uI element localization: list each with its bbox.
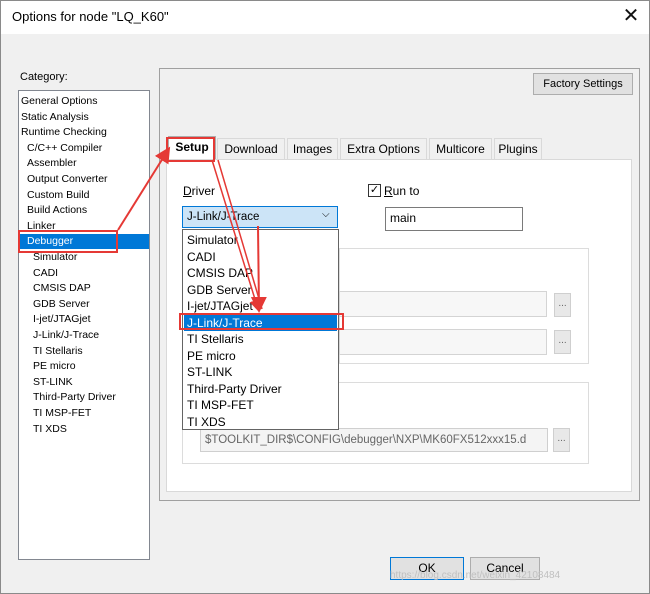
window-title: Options for node "LQ_K60" bbox=[12, 9, 169, 24]
tab-setup[interactable]: Setup bbox=[168, 136, 216, 160]
driver-label-rest: river bbox=[191, 184, 216, 198]
device-description-path[interactable]: $TOOLKIT_DIR$\CONFIG\debugger\NXP\MK60FX… bbox=[200, 428, 548, 452]
driver-option-cadi[interactable]: CADI bbox=[184, 249, 337, 266]
category-item-custom-build[interactable]: Custom Build bbox=[19, 188, 149, 203]
run-to-input[interactable]: main bbox=[385, 207, 523, 231]
category-item-general-options[interactable]: General Options bbox=[19, 94, 149, 109]
category-item-ti-xds[interactable]: TI XDS bbox=[19, 422, 149, 437]
category-item-ti-stellaris[interactable]: TI Stellaris bbox=[19, 344, 149, 359]
category-item-runtime-checking[interactable]: Runtime Checking bbox=[19, 125, 149, 140]
tab-images[interactable]: Images bbox=[287, 138, 338, 159]
category-item-cmsis-dap[interactable]: CMSIS DAP bbox=[19, 281, 149, 296]
factory-settings-button[interactable]: Factory Settings bbox=[533, 73, 633, 95]
run-to-label: Run to bbox=[384, 184, 420, 198]
driver-select[interactable]: J-Link/J-Trace bbox=[182, 206, 338, 228]
tab-plugins[interactable]: Plugins bbox=[494, 138, 542, 159]
watermark-text: https://blog.csdn.net/weixin_42108484 bbox=[390, 570, 561, 581]
category-item-gdb-server[interactable]: GDB Server bbox=[19, 297, 149, 312]
category-item-debugger[interactable]: Debugger bbox=[19, 234, 149, 250]
driver-option-ti-stellaris[interactable]: TI Stellaris bbox=[184, 331, 337, 348]
driver-option-simulator[interactable]: Simulator bbox=[184, 232, 337, 249]
category-item-assembler[interactable]: Assembler bbox=[19, 156, 149, 171]
category-item-cadi[interactable]: CADI bbox=[19, 266, 149, 281]
category-item-third-party-driver[interactable]: Third-Party Driver bbox=[19, 390, 149, 405]
category-item-static-analysis[interactable]: Static Analysis bbox=[19, 110, 149, 125]
tab-extra-options[interactable]: Extra Options bbox=[340, 138, 427, 159]
driver-option-st-link[interactable]: ST-LINK bbox=[184, 364, 337, 381]
run-to-label-rest: un to bbox=[392, 184, 420, 198]
driver-option-third-party-driver[interactable]: Third-Party Driver bbox=[184, 381, 337, 398]
category-list[interactable]: General Options Static Analysis Runtime Ch… bbox=[18, 90, 150, 560]
driver-option-pe-micro[interactable]: PE micro bbox=[184, 348, 337, 365]
category-item-j-link-j-trace[interactable]: J-Link/J-Trace bbox=[19, 328, 149, 343]
category-item-st-link[interactable]: ST-LINK bbox=[19, 375, 149, 390]
driver-option-ti-xds[interactable]: TI XDS bbox=[184, 414, 337, 431]
setup-field-1 bbox=[339, 291, 547, 317]
driver-dropdown-list[interactable]: Simulator CADI CMSIS DAP GDB Server I-jet/JT… bbox=[182, 229, 339, 430]
run-to-checkbox[interactable]: ✓ bbox=[368, 184, 381, 197]
driver-label: Driver bbox=[183, 184, 216, 198]
driver-option-gdb-server[interactable]: GDB Server bbox=[184, 282, 337, 299]
category-item-pe-micro[interactable]: PE micro bbox=[19, 359, 149, 374]
driver-option-cmsis-dap[interactable]: CMSIS DAP bbox=[184, 265, 337, 282]
category-label: Category: bbox=[20, 71, 68, 83]
checkmark-icon: ✓ bbox=[369, 184, 380, 196]
category-item-build-actions[interactable]: Build Actions bbox=[19, 203, 149, 218]
driver-option-j-link-j-trace[interactable]: J-Link/J-Trace bbox=[184, 314, 337, 331]
tab-download[interactable]: Download bbox=[217, 138, 285, 159]
driver-option-i-jet-jtagjet[interactable]: I-jet/JTAGjet bbox=[184, 298, 337, 315]
setup-field-2 bbox=[339, 329, 547, 355]
browse-button-3[interactable]: ... bbox=[553, 428, 570, 452]
category-item-linker[interactable]: Linker bbox=[19, 219, 149, 234]
driver-option-ti-msp-fet[interactable]: TI MSP-FET bbox=[184, 397, 337, 414]
close-icon[interactable]: ✕ bbox=[618, 3, 644, 29]
category-item-c-c-compiler[interactable]: C/C++ Compiler bbox=[19, 141, 149, 156]
category-item-ti-msp-fet[interactable]: TI MSP-FET bbox=[19, 406, 149, 421]
category-item-i-jet-jtagjet[interactable]: I-jet/JTAGjet bbox=[19, 312, 149, 327]
category-item-output-converter[interactable]: Output Converter bbox=[19, 172, 149, 187]
category-item-simulator[interactable]: Simulator bbox=[19, 250, 149, 265]
browse-button-1[interactable]: ... bbox=[554, 293, 571, 317]
browse-button-2[interactable]: ... bbox=[554, 330, 571, 354]
tab-multicore[interactable]: Multicore bbox=[429, 138, 492, 159]
chevron-down-icon[interactable]: ⌵ bbox=[322, 209, 330, 220]
